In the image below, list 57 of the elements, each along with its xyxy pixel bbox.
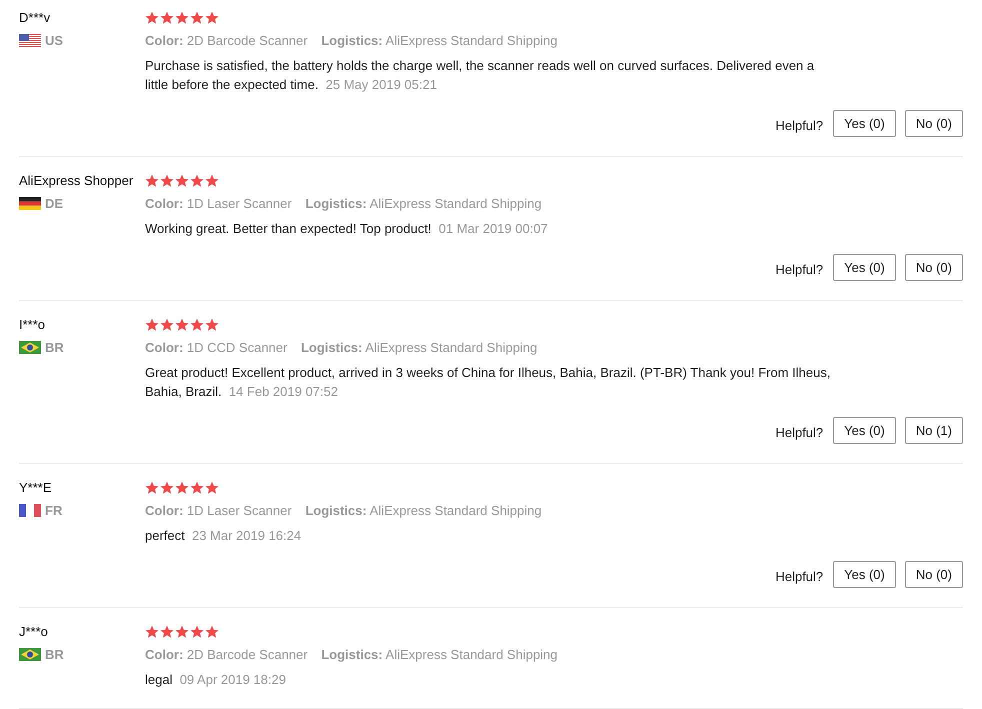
flag-icon [19, 34, 41, 47]
review-date: 23 Mar 2019 16:24 [192, 528, 302, 543]
reviewer-name: I***o [19, 317, 46, 332]
review-date: 14 Feb 2019 07:52 [228, 384, 338, 399]
no-button[interactable]: No (1) [904, 417, 963, 444]
country-code: DE [45, 196, 64, 211]
logistics-label: Logistics: [300, 340, 362, 355]
no-button[interactable]: No (0) [904, 561, 963, 588]
color-label: Color: [145, 647, 184, 662]
review-date: 25 May 2019 05:21 [326, 77, 437, 92]
reviewer-name: J***o [19, 624, 49, 639]
logistics-value: AliExpress Standard Shipping [386, 33, 558, 48]
helpful-label: Helpful? [775, 262, 824, 277]
no-button[interactable]: No (0) [904, 254, 963, 281]
review-text: perfect 23 Mar 2019 16:24 [145, 527, 302, 545]
flag-icon [19, 648, 41, 661]
review-text: Purchase is satisfied, the battery holds the charge well, the scanner reads well on curved surfaces. Delivered even a little before the expected time. 25 May 2019 05:21 [145, 57, 816, 94]
review-date: 09 Apr 2019 18:29 [180, 672, 286, 687]
yes-button[interactable]: Yes (0) [833, 561, 896, 588]
flag-icon [19, 341, 41, 354]
logistics-value: AliExpress Standard Shipping [365, 340, 538, 355]
review-text: Working great. Better than expected! Top product! 01 Mar 2019 00:07 [145, 220, 549, 238]
flag-icon [19, 197, 41, 210]
color-label: Color: [145, 33, 184, 48]
review-text: legal 09 Apr 2019 18:29 [145, 671, 287, 689]
logistics-label: Logistics: [321, 33, 383, 48]
reviewer-name: AliExpress Shopper [19, 173, 134, 188]
helpful-label: Helpful? [775, 118, 824, 133]
color-label: Color: [145, 196, 184, 211]
color-value: 2D Barcode Scanner [186, 647, 308, 662]
color-label: Color: [145, 340, 184, 355]
color-value: 1D CCD Scanner [186, 340, 288, 355]
no-button[interactable]: No (0) [904, 110, 963, 137]
country-code: BR [45, 647, 64, 662]
logistics-value: AliExpress Standard Shipping [370, 196, 542, 211]
review-date: 01 Mar 2019 00:07 [438, 221, 548, 236]
yes-button[interactable]: Yes (0) [833, 254, 896, 281]
review-text: Great product! Excellent product, arrived in 3 weeks of China for Ilheus, Bahia, Brazil. (PT-BR) Thank you! From Ilheus, Bahia, Brazil. 14 Feb 2019 07:52 [145, 364, 832, 401]
logistics-label: Logistics: [305, 196, 367, 211]
logistics-value: AliExpress Standard Shipping [386, 647, 558, 662]
reviewer-name: Y***E [19, 480, 53, 495]
flag-icon [19, 504, 41, 517]
country-code: US [45, 33, 64, 48]
helpful-label: Helpful? [775, 569, 824, 584]
logistics-value: AliExpress Standard Shipping [370, 503, 542, 518]
reviewer-name: D***v [19, 10, 52, 25]
helpful-label: Helpful? [775, 425, 824, 440]
color-value: 1D Laser Scanner [186, 503, 292, 518]
yes-button[interactable]: Yes (0) [833, 417, 896, 444]
country-code: FR [45, 503, 62, 518]
logistics-label: Logistics: [305, 503, 367, 518]
logistics-label: Logistics: [321, 647, 383, 662]
country-code: BR [45, 340, 64, 355]
color-value: 2D Barcode Scanner [186, 33, 308, 48]
yes-button[interactable]: Yes (0) [833, 110, 896, 137]
color-value: 1D Laser Scanner [186, 196, 292, 211]
color-label: Color: [145, 503, 184, 518]
